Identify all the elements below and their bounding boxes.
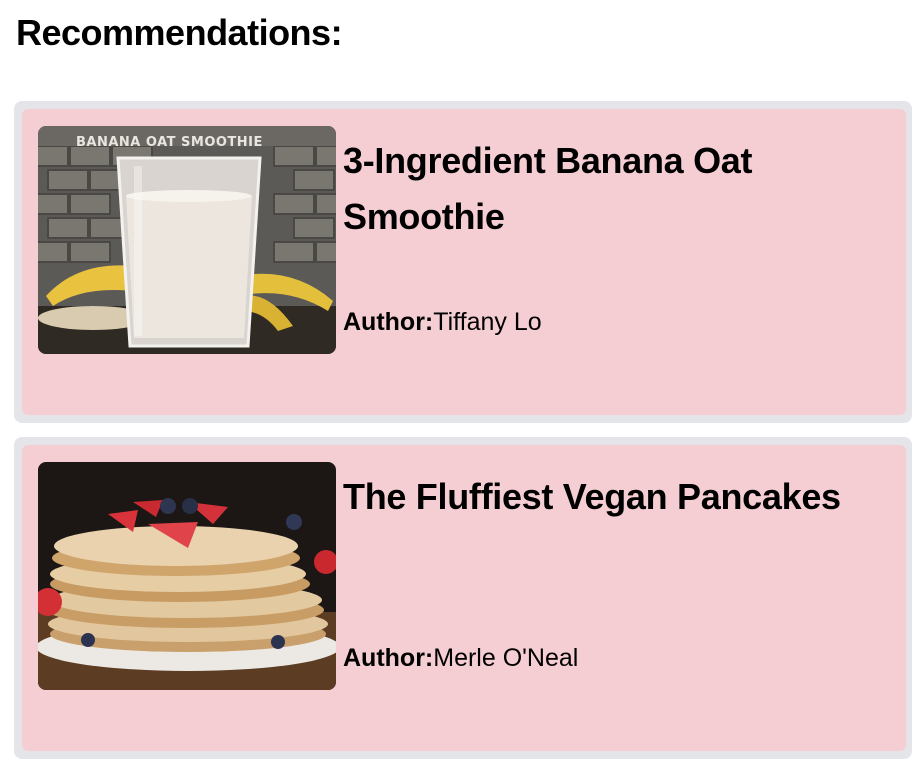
recipe-title[interactable]: The Fluffiest Vegan Pancakes (343, 469, 883, 525)
author-label: Author: (343, 644, 434, 672)
recipe-card-body[interactable]: The Fluffiest Vegan Pancakes Author:Merl… (22, 445, 906, 751)
recipe-card-vegan-pancakes[interactable]: The Fluffiest Vegan Pancakes Author:Merl… (14, 437, 912, 759)
recipe-image-vegan-pancakes[interactable] (38, 462, 336, 690)
recipe-title[interactable]: 3-Ingredient Banana Oat Smoothie (343, 133, 883, 245)
image-caption-text: BANANA OAT SMOOTHIE (76, 135, 263, 150)
recipe-card-body[interactable]: BANANA OAT SMOOTHIE 3-Ingredient Banana … (22, 109, 906, 415)
author-label: Author: (343, 308, 434, 336)
author-name: Merle O'Neal (433, 644, 579, 672)
page-title: Recommendations: (16, 12, 343, 53)
recipe-image-banana-oat-smoothie[interactable]: BANANA OAT SMOOTHIE (38, 126, 336, 354)
recipe-card-banana-smoothie[interactable]: BANANA OAT SMOOTHIE 3-Ingredient Banana … (14, 101, 912, 423)
recipe-author: Author:Tiffany Lo (343, 307, 542, 337)
recipe-author: Author:Merle O'Neal (343, 643, 578, 673)
author-name: Tiffany Lo (433, 308, 542, 336)
